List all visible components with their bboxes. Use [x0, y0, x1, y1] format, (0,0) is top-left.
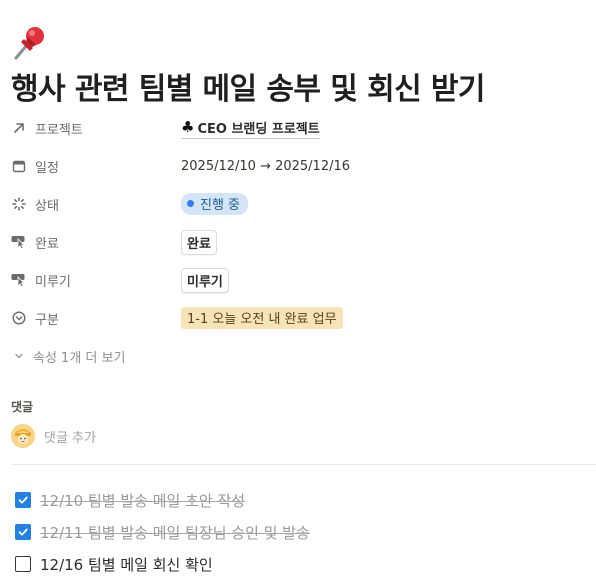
property-row-done[interactable]: 완료 완료 — [11, 223, 596, 261]
todo-item[interactable]: 12/16 팀별 메일 회신 확인 — [15, 548, 310, 580]
property-row-postpone[interactable]: 미루기 미루기 — [11, 261, 596, 299]
todo-text[interactable]: 12/10 팀별 발송 메일 초안 작성 — [40, 490, 245, 511]
property-row-status[interactable]: 상태 진행 중 — [11, 185, 596, 223]
property-row-project[interactable]: 프로젝트 ♣ CEO 브랜딩 프로젝트 — [11, 109, 596, 147]
property-value-schedule[interactable]: 2025/12/10 → 2025/12/16 — [181, 159, 350, 174]
status-badge[interactable]: 진행 중 — [181, 193, 249, 215]
checkbox-checked-icon[interactable] — [15, 492, 31, 508]
property-label-text: 프로젝트 — [35, 122, 83, 138]
loading-icon — [11, 196, 27, 212]
chevron-down-icon — [11, 350, 27, 362]
relation-link-text: CEO 브랜딩 프로젝트 — [197, 121, 320, 137]
postpone-button[interactable]: 미루기 — [181, 267, 229, 293]
property-label-category[interactable]: 구분 — [11, 309, 181, 328]
page-title[interactable]: 행사 관련 팀별 메일 송부 및 회신 받기 — [11, 64, 486, 108]
club-icon: ♣ — [181, 118, 195, 136]
property-label-text: 미루기 — [35, 274, 71, 290]
property-label-project[interactable]: 프로젝트 — [11, 119, 181, 138]
todo-text[interactable]: 12/16 팀별 메일 회신 확인 — [40, 554, 213, 575]
property-label-text: 완료 — [35, 236, 59, 252]
property-value-postpone[interactable]: 미루기 — [181, 267, 229, 293]
property-label-postpone[interactable]: 미루기 — [11, 271, 181, 290]
comments-heading: 댓글 — [11, 400, 34, 414]
divider — [11, 464, 596, 465]
avatar-icon — [11, 424, 35, 448]
done-button[interactable]: 완료 — [181, 229, 217, 255]
todo-item[interactable]: 12/11 팀별 발송 메일 팀장님 승인 및 발송 — [15, 516, 310, 548]
more-properties-label: 속성 1개 더 보기 — [33, 350, 126, 366]
property-row-category[interactable]: 구분 1-1 오늘 오전 내 완료 업무 — [11, 299, 596, 337]
property-label-status[interactable]: 상태 — [11, 195, 181, 214]
property-label-done[interactable]: 완료 — [11, 233, 181, 252]
checkbox-checked-icon[interactable] — [15, 524, 31, 540]
property-value-status[interactable]: 진행 중 — [181, 193, 249, 215]
pointer-icon — [11, 234, 27, 250]
property-label-text: 일정 — [35, 160, 59, 176]
todo-list: 12/10 팀별 발송 메일 초안 작성 12/11 팀별 발송 메일 팀장님 … — [15, 484, 310, 580]
property-label-text: 구분 — [35, 312, 59, 328]
arrow-up-right-icon — [11, 120, 27, 136]
circle-chevron-icon — [11, 310, 27, 326]
property-value-category[interactable]: 1-1 오늘 오전 내 완료 업무 — [181, 307, 343, 329]
more-properties-toggle[interactable]: 속성 1개 더 보기 — [11, 337, 596, 375]
status-text: 진행 중 — [200, 198, 241, 213]
pointer-icon — [11, 272, 27, 288]
properties-panel: 프로젝트 ♣ CEO 브랜딩 프로젝트 일정 2025/12/10 → 2025… — [11, 109, 596, 375]
pushpin-icon[interactable] — [10, 22, 50, 62]
property-label-schedule[interactable]: 일정 — [11, 157, 181, 176]
todo-item[interactable]: 12/10 팀별 발송 메일 초안 작성 — [15, 484, 310, 516]
relation-link[interactable]: ♣ CEO 브랜딩 프로젝트 — [181, 118, 320, 139]
comment-input-row[interactable]: 댓글 추가 — [11, 424, 96, 448]
calendar-icon — [11, 158, 27, 174]
comment-input[interactable]: 댓글 추가 — [44, 427, 96, 446]
property-value-done[interactable]: 완료 — [181, 229, 217, 255]
property-value-project[interactable]: ♣ CEO 브랜딩 프로젝트 — [181, 118, 320, 139]
property-label-text: 상태 — [35, 198, 59, 214]
todo-text[interactable]: 12/11 팀별 발송 메일 팀장님 승인 및 발송 — [40, 522, 310, 543]
checkbox-unchecked-icon[interactable] — [15, 556, 31, 572]
property-row-schedule[interactable]: 일정 2025/12/10 → 2025/12/16 — [11, 147, 596, 185]
category-select-tag[interactable]: 1-1 오늘 오전 내 완료 업무 — [181, 307, 343, 329]
status-dot-icon — [187, 200, 194, 207]
